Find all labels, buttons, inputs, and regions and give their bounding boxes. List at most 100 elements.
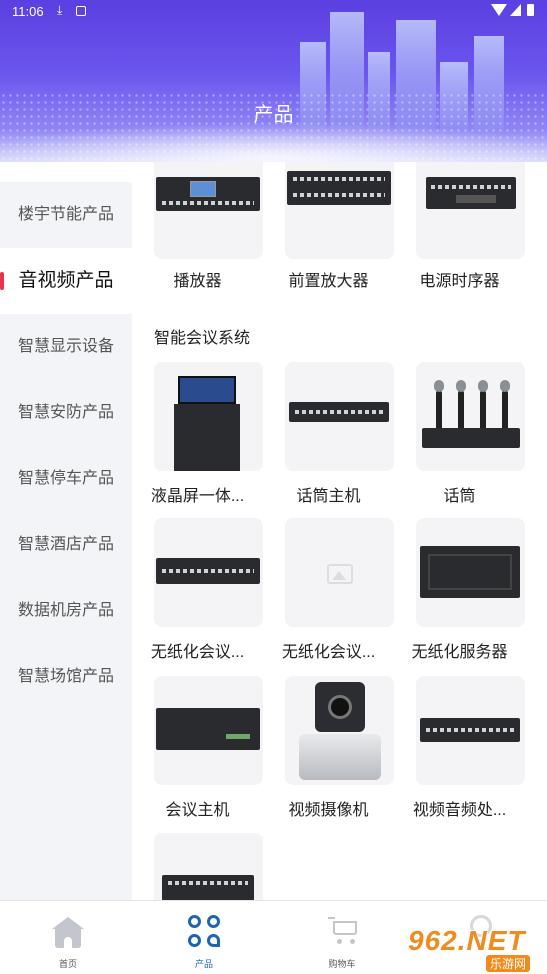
product-image bbox=[285, 518, 394, 627]
product-label: 电源时序器 bbox=[419, 273, 500, 290]
sidebar-item-smart-display[interactable]: 智慧显示设备 bbox=[0, 314, 132, 380]
device-ports bbox=[293, 193, 385, 197]
wifi-icon bbox=[491, 4, 507, 16]
product-image bbox=[285, 362, 394, 471]
product-image bbox=[416, 162, 525, 259]
product-card[interactable]: 液晶屏一体... bbox=[132, 362, 263, 512]
sidebar-item-smart-parking[interactable]: 智慧停车产品 bbox=[0, 446, 132, 512]
product-card[interactable]: 前置放大器 bbox=[263, 162, 394, 290]
camera-head bbox=[315, 682, 365, 732]
microphone-graphic bbox=[434, 380, 444, 432]
nav-home[interactable]: 首页 bbox=[28, 901, 108, 974]
device-screen bbox=[178, 376, 236, 404]
sidebar-item-data-center[interactable]: 数据机房产品 bbox=[0, 578, 132, 644]
product-image bbox=[416, 676, 525, 785]
device-ports bbox=[162, 201, 254, 205]
product-image bbox=[285, 676, 394, 785]
device-graphic bbox=[287, 171, 391, 205]
nav-label: 产品 bbox=[194, 959, 213, 969]
product-image bbox=[154, 362, 263, 471]
product-image bbox=[416, 362, 525, 471]
product-card[interactable]: 无纸化会议... bbox=[263, 518, 394, 668]
image-placeholder-icon bbox=[327, 564, 353, 584]
product-card[interactable]: 话筒主机 bbox=[263, 362, 394, 512]
product-image bbox=[285, 162, 394, 259]
device-graphic bbox=[420, 718, 520, 742]
device-graphic bbox=[156, 708, 260, 750]
product-image bbox=[154, 518, 263, 627]
site-watermark: 962.NET 乐游网 bbox=[408, 925, 542, 972]
products-icon bbox=[188, 915, 222, 949]
microphone-graphic bbox=[500, 380, 510, 432]
product-label: 液晶屏一体... bbox=[150, 488, 245, 505]
device-ports bbox=[167, 881, 249, 885]
device-graphic bbox=[156, 558, 260, 584]
device-panel bbox=[428, 554, 512, 590]
device-graphic bbox=[422, 428, 520, 448]
sidebar-item-label: 智慧酒店产品 bbox=[17, 536, 114, 553]
sidebar-item-building-energy[interactable]: 楼宇节能产品 bbox=[0, 182, 132, 248]
product-card[interactable]: 电源时序器 bbox=[394, 162, 525, 290]
sidebar-item-smart-security[interactable]: 智慧安防产品 bbox=[0, 380, 132, 446]
sidebar-item-label: 音视频产品 bbox=[18, 270, 114, 291]
device-graphic bbox=[156, 177, 260, 211]
sidebar-item-label: 楼宇节能产品 bbox=[17, 206, 114, 223]
product-label: 话筒主机 bbox=[296, 488, 361, 505]
watermark-brand: 962.NET bbox=[408, 925, 526, 956]
product-image bbox=[154, 162, 263, 259]
product-card[interactable]: 无纸化服务器 bbox=[394, 518, 525, 668]
sidebar-item-label: 智慧安防产品 bbox=[17, 404, 114, 421]
microphone-graphic bbox=[456, 380, 466, 432]
device-ports bbox=[426, 728, 514, 732]
product-label: 视频摄像机 bbox=[288, 802, 369, 819]
sidebar-top-spacer bbox=[0, 162, 132, 182]
product-card[interactable]: 视频摄像机 bbox=[263, 676, 394, 826]
product-grid: 播放器 前置放大器 电源时序器 智能会议系统 液晶屏一体... 话筒主机 话筒 … bbox=[132, 162, 547, 900]
device-graphic bbox=[420, 546, 520, 598]
notification-icon bbox=[76, 6, 86, 16]
device-ports bbox=[431, 185, 511, 189]
sidebar-item-label: 智慧显示设备 bbox=[17, 338, 114, 355]
status-time: 11:06 bbox=[12, 4, 44, 19]
page-title: 产品 bbox=[253, 104, 294, 126]
product-label: 话筒 bbox=[443, 488, 476, 505]
active-indicator bbox=[0, 272, 4, 290]
watermark-sub: 乐游网 bbox=[486, 955, 531, 972]
nav-products[interactable]: 产品 bbox=[164, 901, 244, 974]
device-graphic bbox=[289, 402, 389, 422]
product-card[interactable]: 播放器 bbox=[132, 162, 263, 290]
product-card[interactable]: 视频音频处... bbox=[394, 676, 525, 826]
product-label: 无纸化会议... bbox=[281, 644, 376, 661]
header-banner: 11:06 ⤓ 产品 bbox=[0, 0, 547, 162]
product-label: 播放器 bbox=[173, 273, 222, 290]
product-label: 前置放大器 bbox=[288, 273, 369, 290]
device-graphic bbox=[162, 875, 254, 900]
sidebar-item-smart-venue[interactable]: 智慧场馆产品 bbox=[0, 644, 132, 710]
product-image bbox=[154, 833, 263, 900]
sidebar-item-smart-hotel[interactable]: 智慧酒店产品 bbox=[0, 512, 132, 578]
product-card[interactable]: 话筒 bbox=[394, 362, 525, 512]
product-card[interactable]: 会议主机 bbox=[132, 676, 263, 826]
nav-cart[interactable]: 购物车 bbox=[302, 901, 382, 974]
product-label: 视频音频处... bbox=[412, 802, 507, 819]
product-card[interactable] bbox=[132, 833, 263, 900]
battery-icon bbox=[527, 4, 534, 16]
device-ports bbox=[293, 177, 385, 181]
category-sidebar: 楼宇节能产品 音视频产品 智慧显示设备 智慧安防产品 智慧停车产品 智慧酒店产品… bbox=[0, 162, 132, 900]
sidebar-item-label: 数据机房产品 bbox=[17, 602, 114, 619]
product-card[interactable]: 无纸化会议... bbox=[132, 518, 263, 668]
home-icon bbox=[52, 917, 84, 949]
nav-label: 首页 bbox=[58, 959, 77, 969]
device-display bbox=[226, 734, 250, 739]
microphone-graphic bbox=[478, 380, 488, 432]
sidebar-item-audio-video[interactable]: 音视频产品 bbox=[0, 248, 132, 314]
product-label: 无纸化服务器 bbox=[411, 644, 508, 661]
signal-icon bbox=[510, 4, 521, 16]
device-graphic bbox=[426, 177, 516, 209]
device-screen bbox=[190, 181, 216, 197]
camera-lens bbox=[328, 695, 352, 719]
sidebar-item-label: 智慧场馆产品 bbox=[17, 668, 114, 685]
download-icon: ⤓ bbox=[57, 3, 63, 17]
section-title: 智能会议系统 bbox=[154, 330, 251, 347]
product-label: 无纸化会议... bbox=[150, 644, 245, 661]
